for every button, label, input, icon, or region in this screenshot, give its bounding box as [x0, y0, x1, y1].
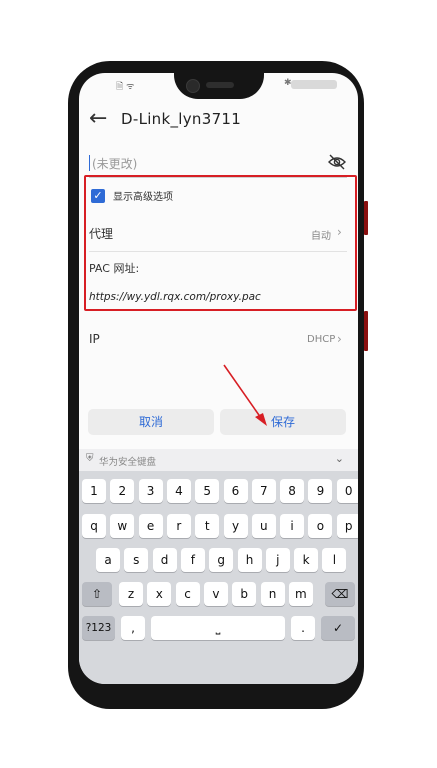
key-8[interactable]: 8 — [280, 479, 305, 503]
key-m[interactable]: m — [288, 582, 313, 606]
key-w[interactable]: w — [110, 514, 135, 538]
key-n[interactable]: n — [260, 582, 285, 606]
key-q[interactable]: q — [82, 514, 106, 538]
key-z[interactable]: z — [119, 582, 143, 606]
key-a[interactable]: a — [96, 548, 120, 572]
key-t[interactable]: t — [195, 514, 220, 538]
key-h[interactable]: h — [237, 548, 262, 572]
screen: 🗎 ᯤ ✱ ← D-Link_lyn3711 (未更改) ✓ 显示高级选项 代理… — [79, 73, 358, 684]
key-p[interactable]: p — [336, 514, 358, 538]
key-4[interactable]: 4 — [166, 479, 191, 503]
key-2[interactable]: 2 — [110, 479, 135, 503]
volume-button — [364, 201, 368, 235]
key-1[interactable]: 1 — [82, 479, 106, 503]
key-g[interactable]: g — [209, 548, 234, 572]
key-x[interactable]: x — [147, 582, 172, 606]
key-o[interactable]: o — [308, 514, 333, 538]
key-l[interactable]: l — [322, 548, 347, 572]
power-button — [364, 311, 368, 351]
key-5[interactable]: 5 — [195, 479, 220, 503]
symbols-key[interactable]: ?123 — [82, 616, 115, 640]
key-0[interactable]: 0 — [336, 479, 358, 503]
period-key[interactable]: . — [291, 616, 315, 640]
key-d[interactable]: d — [152, 548, 177, 572]
key-c[interactable]: c — [175, 582, 200, 606]
key-k[interactable]: k — [294, 548, 319, 572]
shift-key-icon[interactable]: ⇧ — [82, 582, 112, 606]
key-6[interactable]: 6 — [223, 479, 248, 503]
key-i[interactable]: i — [280, 514, 305, 538]
key-f[interactable]: f — [180, 548, 205, 572]
key-s[interactable]: s — [124, 548, 149, 572]
comma-key[interactable]: , — [121, 616, 145, 640]
key-b[interactable]: b — [232, 582, 257, 606]
keyboard: ⛨ 华为安全键盘 ⌄ 1234567890 qwertyuiop asdfghjkl… — [79, 449, 358, 684]
key-r[interactable]: r — [166, 514, 191, 538]
key-9[interactable]: 9 — [308, 479, 333, 503]
key-e[interactable]: e — [138, 514, 163, 538]
space-key[interactable]: ⎵ — [151, 616, 285, 640]
keyboard-toolbar: ⛨ 华为安全键盘 ⌄ — [79, 449, 358, 471]
shield-icon: ⛨ — [86, 453, 94, 464]
backspace-key-icon[interactable]: ⌫ — [325, 582, 355, 606]
key-y[interactable]: y — [223, 514, 248, 538]
key-7[interactable]: 7 — [251, 479, 276, 503]
enter-key-icon[interactable]: ✓ — [321, 616, 355, 640]
key-u[interactable]: u — [251, 514, 276, 538]
key-v[interactable]: v — [203, 582, 228, 606]
collapse-keyboard-icon[interactable]: ⌄ — [335, 452, 344, 465]
key-j[interactable]: j — [265, 548, 290, 572]
keyboard-name: 华为安全键盘 — [99, 457, 157, 468]
key-3[interactable]: 3 — [138, 479, 163, 503]
